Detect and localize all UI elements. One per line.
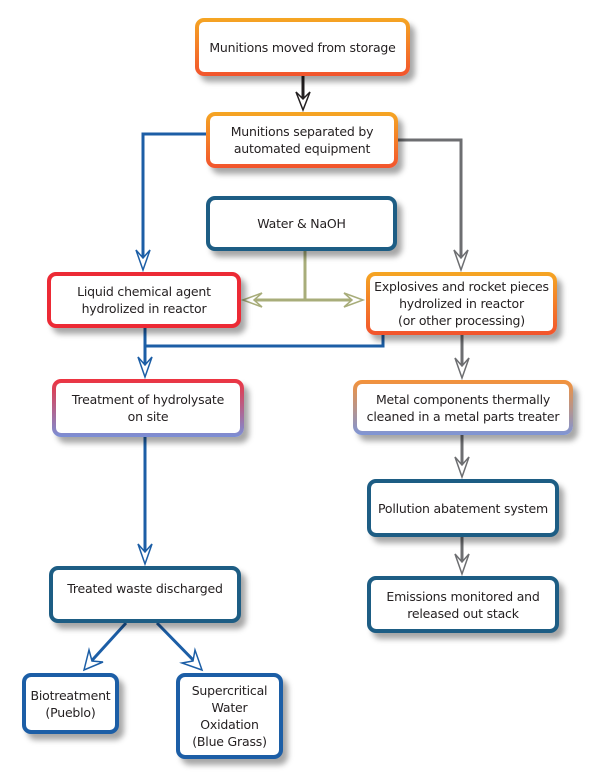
node-label: Supercritical Water Oxidation (Blue Gras… — [191, 683, 268, 749]
node-biotreatment: Biotreatment (Pueblo) — [22, 673, 119, 734]
edge-treated-to-bio — [82, 621, 128, 672]
edge-metal-to-pollution — [454, 435, 470, 480]
edge-treatment-to-treated — [137, 437, 153, 567]
node-explosives-hydrolized: Explosives and rocket pieces hydrolized … — [366, 272, 557, 335]
node-label: Pollution abatement system — [377, 500, 549, 516]
edge-water-to-reactors — [240, 251, 366, 308]
node-water-naoh: Water & NaOH — [206, 196, 397, 251]
node-supercritical-water-oxidation: Supercritical Water Oxidation (Blue Gras… — [176, 673, 283, 759]
node-label: Emissions monitored and released out sta… — [386, 588, 540, 621]
node-pollution-abatement: Pollution abatement system — [367, 479, 559, 537]
node-label: Liquid chemical agent hydrolized in reac… — [77, 284, 211, 316]
node-label: Treatment of hydrolysate on site — [71, 392, 225, 424]
edge-storage-to-separate — [295, 76, 311, 113]
edge-separate-to-liquid — [135, 132, 206, 273]
node-label: Water & NaOH — [257, 216, 346, 231]
node-label: Explosives and rocket pieces hydrolized … — [374, 279, 549, 328]
node-label: Munitions moved from storage — [209, 39, 396, 55]
node-label: Metal components thermally cleaned in a … — [366, 391, 560, 424]
edge-pollution-to-emissions — [454, 537, 470, 577]
edge-explosive-to-metal — [454, 335, 470, 381]
node-label: Munitions separated by automated equipme… — [230, 124, 374, 156]
edge-reactors-to-treatment — [137, 328, 385, 380]
node-label: Biotreatment (Pueblo) — [30, 687, 111, 720]
node-treated-waste-discharged: Treated waste discharged — [49, 566, 241, 623]
node-liquid-agent-hydrolized: Liquid chemical agent hydrolized in reac… — [47, 272, 241, 328]
node-munitions-separated: Munitions separated by automated equipme… — [206, 112, 398, 168]
node-emissions-monitored: Emissions monitored and released out sta… — [367, 576, 559, 633]
node-treatment-of-hydrolysate: Treatment of hydrolysate on site — [52, 379, 244, 437]
edge-treated-to-scwo — [155, 621, 204, 672]
node-metal-components-cleaned: Metal components thermally cleaned in a … — [353, 380, 573, 435]
node-munitions-moved-from-storage: Munitions moved from storage — [195, 18, 410, 76]
node-label: Treated waste discharged — [67, 581, 223, 596]
edge-separate-to-explosive — [398, 138, 469, 273]
